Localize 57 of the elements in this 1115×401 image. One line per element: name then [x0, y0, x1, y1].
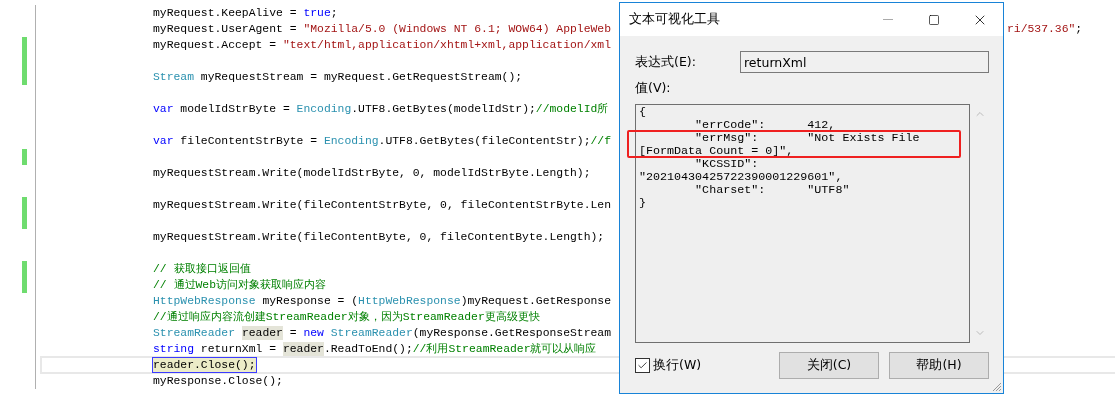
code-text: string	[153, 342, 194, 356]
code-text: myRequest.Accept =	[153, 38, 278, 52]
maximize-icon	[928, 13, 940, 26]
code-text: myRequestStream = myRequest.GetRequestStream();	[199, 70, 523, 84]
code-text: myRequest.KeepAlive =	[153, 6, 298, 20]
wrap-checkbox[interactable]	[635, 358, 650, 373]
code-text: ;	[1075, 22, 1083, 36]
code-comment: // 获取接口返回值	[153, 262, 251, 276]
code-text: StreamReader	[153, 326, 237, 340]
code-text: "Mozilla/5.0 (Windows NT 6.1; WOW64) AppleWeb	[303, 22, 611, 36]
code-text: )myRequest.GetResponse	[460, 294, 612, 308]
code-text: .ReadToEnd();	[323, 342, 413, 356]
code-text: myRequestStream.Write(modelIdStrByte, 0, modelIdStrByte.Length);	[153, 166, 591, 180]
code-text: myRequestStream.Write(fileContentByte, 0, fileContentByte.Length);	[153, 230, 605, 244]
code-text: var	[153, 134, 174, 148]
code-text: .UTF8.GetBytes(fileContentStr);	[378, 134, 591, 148]
check-icon	[637, 360, 648, 371]
resize-grip-icon[interactable]	[991, 381, 1002, 392]
wrap-label: 换行(W)	[653, 357, 702, 374]
code-text: reader.Close();	[153, 358, 256, 372]
dialog-title: 文本可视化工具	[629, 11, 721, 28]
code-comment: //modelId所	[535, 102, 609, 116]
code-text: ri/537.36"	[1007, 22, 1076, 36]
code-text: StreamReader	[330, 326, 413, 340]
code-text: "text/html,application/xhtml+xml,application/xml	[282, 38, 611, 52]
close-dialog-button[interactable]: 关闭(C)	[779, 352, 879, 379]
code-text: fileContentStrByte =	[179, 134, 319, 148]
code-text: (myResponse.GetResponseStream	[412, 326, 611, 340]
code-comment: //利用StreamReader就可以从响应	[412, 342, 597, 356]
code-text: var	[153, 102, 174, 116]
code-text: new	[303, 326, 325, 340]
help-button[interactable]: 帮助(H)	[889, 352, 989, 379]
code-text: HttpWebResponse	[153, 294, 256, 308]
code-text: Stream	[153, 70, 194, 84]
minimize-icon	[883, 19, 893, 20]
code-text: .UTF8.GetBytes(modelIdStr);	[351, 102, 536, 116]
code-comment: //f	[590, 134, 611, 148]
code-text: reader	[282, 342, 324, 356]
value-text-area[interactable]: { "errCode": 412, "errMsg": "Not Exists File [FormData Count = 0]", "KCSSID": "20210430425722390001229601", "Charset": "UTF8" }	[635, 104, 971, 343]
code-text: modelIdStrByte =	[179, 102, 291, 116]
code-text: returnXml =	[199, 342, 278, 356]
code-text: Encoding	[323, 134, 379, 148]
expression-field[interactable]: returnXml	[740, 51, 989, 73]
code-text: myRequestStream.Write(fileContentStrByte, 0, fileContentStrByte.Len	[153, 198, 611, 212]
code-text: Encoding	[296, 102, 352, 116]
code-text: myResponse.Close();	[153, 374, 283, 388]
code-text: =	[288, 326, 298, 340]
value-label: 值(V):	[635, 79, 671, 97]
expression-label: 表达式(E):	[635, 53, 696, 71]
code-text: reader	[241, 326, 283, 340]
code-text: myRequest.UserAgent =	[153, 22, 298, 36]
code-text: ;	[330, 6, 338, 20]
code-text: true	[303, 6, 331, 20]
code-text: myResponse = (	[261, 294, 359, 308]
code-comment: //通过响应内容流创建StreamReader对象，因为StreamReader更高级更快	[153, 310, 540, 324]
code-text: HttpWebResponse	[358, 294, 461, 308]
code-comment: // 通过Web访问对象获取响应内容	[153, 278, 326, 292]
